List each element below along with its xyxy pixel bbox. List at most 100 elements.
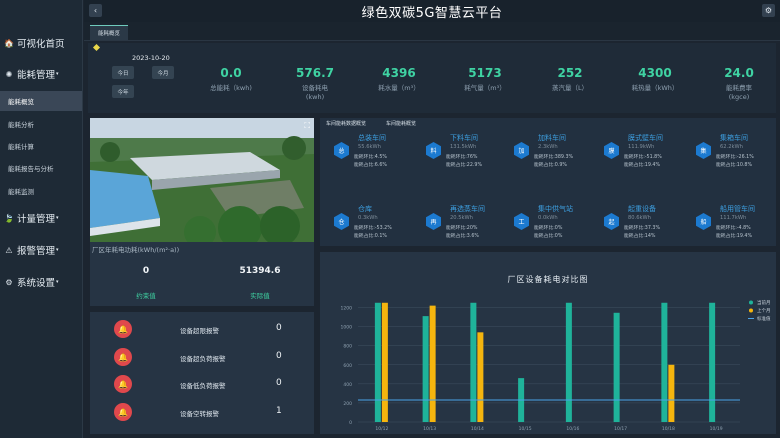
- legend-swatch: [749, 308, 753, 313]
- workshop-kwh: 80.6kWh: [628, 215, 651, 221]
- alarm-count: 0: [276, 323, 282, 333]
- settings-button[interactable]: ⚙: [762, 4, 775, 17]
- workshop-icon: 加: [514, 142, 529, 159]
- workshop-icon: 仓: [334, 213, 349, 230]
- stat-total-energy: 0.0 总能耗（kwh): [196, 66, 266, 93]
- stat-value: 0.0: [220, 66, 242, 80]
- leaf-icon: 🍃: [4, 213, 14, 223]
- workshop-card[interactable]: 集 集箱车间 62.2kWh 能耗环比:-26.1% 能耗占比:10.8%: [696, 133, 780, 175]
- workshop-icon: 船: [696, 213, 711, 230]
- tab-bar: 能耗概览: [84, 22, 780, 41]
- chart-title: 厂区设备耗电对比图: [508, 274, 589, 284]
- workshop-ratio: 能耗环比:0%: [534, 226, 563, 231]
- warning-icon: ⚠: [5, 245, 13, 255]
- month-button[interactable]: 今月: [152, 66, 174, 79]
- year-button[interactable]: 今年: [112, 85, 134, 98]
- workshop-ratio: 能耗环比:-4.8%: [716, 226, 751, 231]
- expand-icon[interactable]: ⛶: [304, 121, 310, 131]
- bell-icon: 🔔: [114, 403, 132, 421]
- home-icon: 🏠: [4, 38, 14, 48]
- x-tick-label: 10/13: [423, 426, 436, 432]
- stat-label: 总能耗（kwh): [210, 84, 252, 92]
- factory-unit-label: 厂区年耗电功耗(kWh/(m²·a)): [92, 246, 180, 254]
- workshop-icon: 起: [604, 213, 619, 230]
- workshop-card[interactable]: 再 再选蒸车间 20.5kWh 能耗环比:20% 能耗占比:3.6%: [426, 204, 512, 246]
- chart-panel: 厂区设备耗电对比图 0 200 400 600 800 1000 1200 10/12 10/13…: [320, 252, 776, 434]
- alarm-panel: 🔔 设备超限报警 0 🔔 设备超负荷报警 0 🔔 设备低负荷报警 0 🔔 设备空…: [90, 312, 314, 434]
- sidebar-item-label: 报警管理: [17, 246, 56, 257]
- tab-energy-overview[interactable]: 能耗概览: [90, 25, 128, 40]
- workshop-share: 能耗占比:0.1%: [354, 234, 387, 239]
- sidebar-subitem-analysis[interactable]: 能耗分析: [0, 114, 82, 134]
- sidebar-subitem-monitor[interactable]: 能耗监测: [0, 181, 82, 201]
- alarm-label: 设备空转报警: [180, 410, 219, 418]
- chevron-down-icon: ▾: [56, 215, 59, 221]
- sidebar-item-label: 能耗管理: [17, 70, 56, 81]
- x-tick-label: 10/18: [662, 426, 675, 432]
- workshop-ratio: 能耗环比:-26.1%: [716, 155, 754, 160]
- alarm-row: 🔔 设备超限报警 0: [90, 318, 304, 340]
- summary-date: 2023-10-20: [132, 54, 170, 62]
- workshop-icon: 料: [426, 142, 441, 159]
- workshop-ratio: 能耗环比:37.3%: [624, 226, 661, 231]
- sidebar-item-visual-home[interactable]: 🏠 可视化首页: [0, 36, 82, 51]
- stat-steam: 252 蒸汽量（L）: [535, 66, 605, 93]
- workshop-card[interactable]: 船 船用管车间 111.7kWh 能耗环比:-4.8% 能耗占比:19.4%: [696, 204, 780, 246]
- x-tick-label: 10/17: [614, 426, 627, 432]
- workshop-name: 加料车间: [538, 134, 566, 142]
- workshop-ratio: 能耗环比:-53.2%: [354, 226, 392, 231]
- alarm-label: 设备超限报警: [180, 327, 219, 335]
- chevron-down-icon: ▾: [56, 71, 59, 77]
- factory-photo: [90, 118, 314, 242]
- actual-value: 51394.6: [239, 266, 281, 276]
- workshop-card[interactable]: 总 总装车间 55.6kWh 能耗环比:4.5% 能耗占比:6.6%: [334, 133, 420, 175]
- sidebar-subitem-report[interactable]: 能耗报告与分析: [0, 158, 82, 178]
- today-button[interactable]: 今日: [112, 66, 134, 79]
- workshop-card[interactable]: 加 加料车间 2.3kWh 能耗环比:389.3% 能耗占比:0.9%: [514, 133, 600, 175]
- bar-last-month: [668, 364, 675, 422]
- sidebar-item-energy[interactable]: ✺ 能耗管理 ▾: [0, 67, 82, 82]
- workshop-share: 能耗占比:22.9%: [446, 163, 483, 168]
- workshop-share: 能耗占比:3.6%: [446, 234, 479, 239]
- legend-swatch: [749, 300, 753, 305]
- workshop-tab-overview[interactable]: 车间能耗概览: [386, 120, 416, 127]
- workshop-icon: 膜: [604, 142, 619, 159]
- workshop-kwh: 55.6kWh: [358, 144, 381, 150]
- workshop-tab-data[interactable]: 车间能耗数据概览: [326, 120, 366, 127]
- chevron-down-icon: ▾: [56, 279, 59, 285]
- workshop-ratio: 能耗环比:389.3%: [534, 155, 574, 160]
- sidebar-item-metering[interactable]: 🍃 计量管理 ▾: [0, 211, 82, 226]
- sidebar-item-settings[interactable]: ⚙ 系统设置 ▾: [0, 275, 82, 290]
- bell-icon: 🔔: [114, 375, 132, 393]
- sidebar-subitem-overview[interactable]: 能耗概览: [0, 91, 82, 111]
- stat-value: 4300: [638, 66, 672, 80]
- stat-label: 蒸汽量（L）: [551, 84, 589, 92]
- workshop-card[interactable]: 工 集中供气站 0.0kWh 能耗环比:0% 能耗占比:0%: [514, 204, 600, 246]
- workshop-icon: 工: [514, 213, 529, 230]
- stat-energy-rate: 24.0 能耗费率 (kgce): [704, 66, 774, 102]
- y-tick-label: 600: [343, 363, 352, 369]
- y-tick-label: 0: [349, 420, 352, 426]
- sidebar-item-alarm[interactable]: ⚠ 报警管理 ▾: [0, 243, 82, 258]
- workshop-kwh: 111.7kWh: [720, 215, 747, 221]
- equipment-power-chart: 厂区设备耗电对比图 0 200 400 600 800 1000 1200 10/12 10/13…: [341, 274, 771, 432]
- bell-icon: 🔔: [114, 320, 132, 338]
- workshop-card[interactable]: 起 起重设备 80.6kWh 能耗环比:37.3% 能耗占比:14%: [604, 204, 690, 246]
- x-tick-label: 10/19: [710, 426, 723, 432]
- workshop-icon: 集: [696, 142, 711, 159]
- stat-device-power: 576.7 设备耗电 (kwh): [280, 66, 350, 102]
- sidebar-subitem-calculation[interactable]: 能耗计算: [0, 136, 82, 156]
- workshop-card[interactable]: 仓 仓库 0.3kWh 能耗环比:-53.2% 能耗占比:0.1%: [334, 204, 420, 246]
- chevron-down-icon: ▾: [56, 247, 59, 253]
- workshop-kwh: 20.5kWh: [450, 215, 473, 221]
- bar-current-month: [374, 302, 381, 422]
- stat-label: 耗热量（kWh）: [631, 84, 679, 92]
- workshop-card[interactable]: 料 下料车间 131.5kWh 能耗环比:76% 能耗占比:22.9%: [426, 133, 512, 175]
- alarm-row: 🔔 设备低负荷报警 0: [90, 373, 304, 395]
- y-tick-label: 200: [343, 401, 352, 407]
- y-tick-label: 400: [343, 382, 352, 388]
- workshop-card[interactable]: 膜 膜式壁车间 111.9kWh 能耗环比:-51.8% 能耗占比:19.4%: [604, 133, 690, 175]
- workshop-kwh: 2.3kWh: [538, 144, 558, 150]
- stat-label: 设备耗电 (kwh): [302, 84, 328, 101]
- stat-heat: 4300 耗热量（kWh）: [619, 66, 691, 93]
